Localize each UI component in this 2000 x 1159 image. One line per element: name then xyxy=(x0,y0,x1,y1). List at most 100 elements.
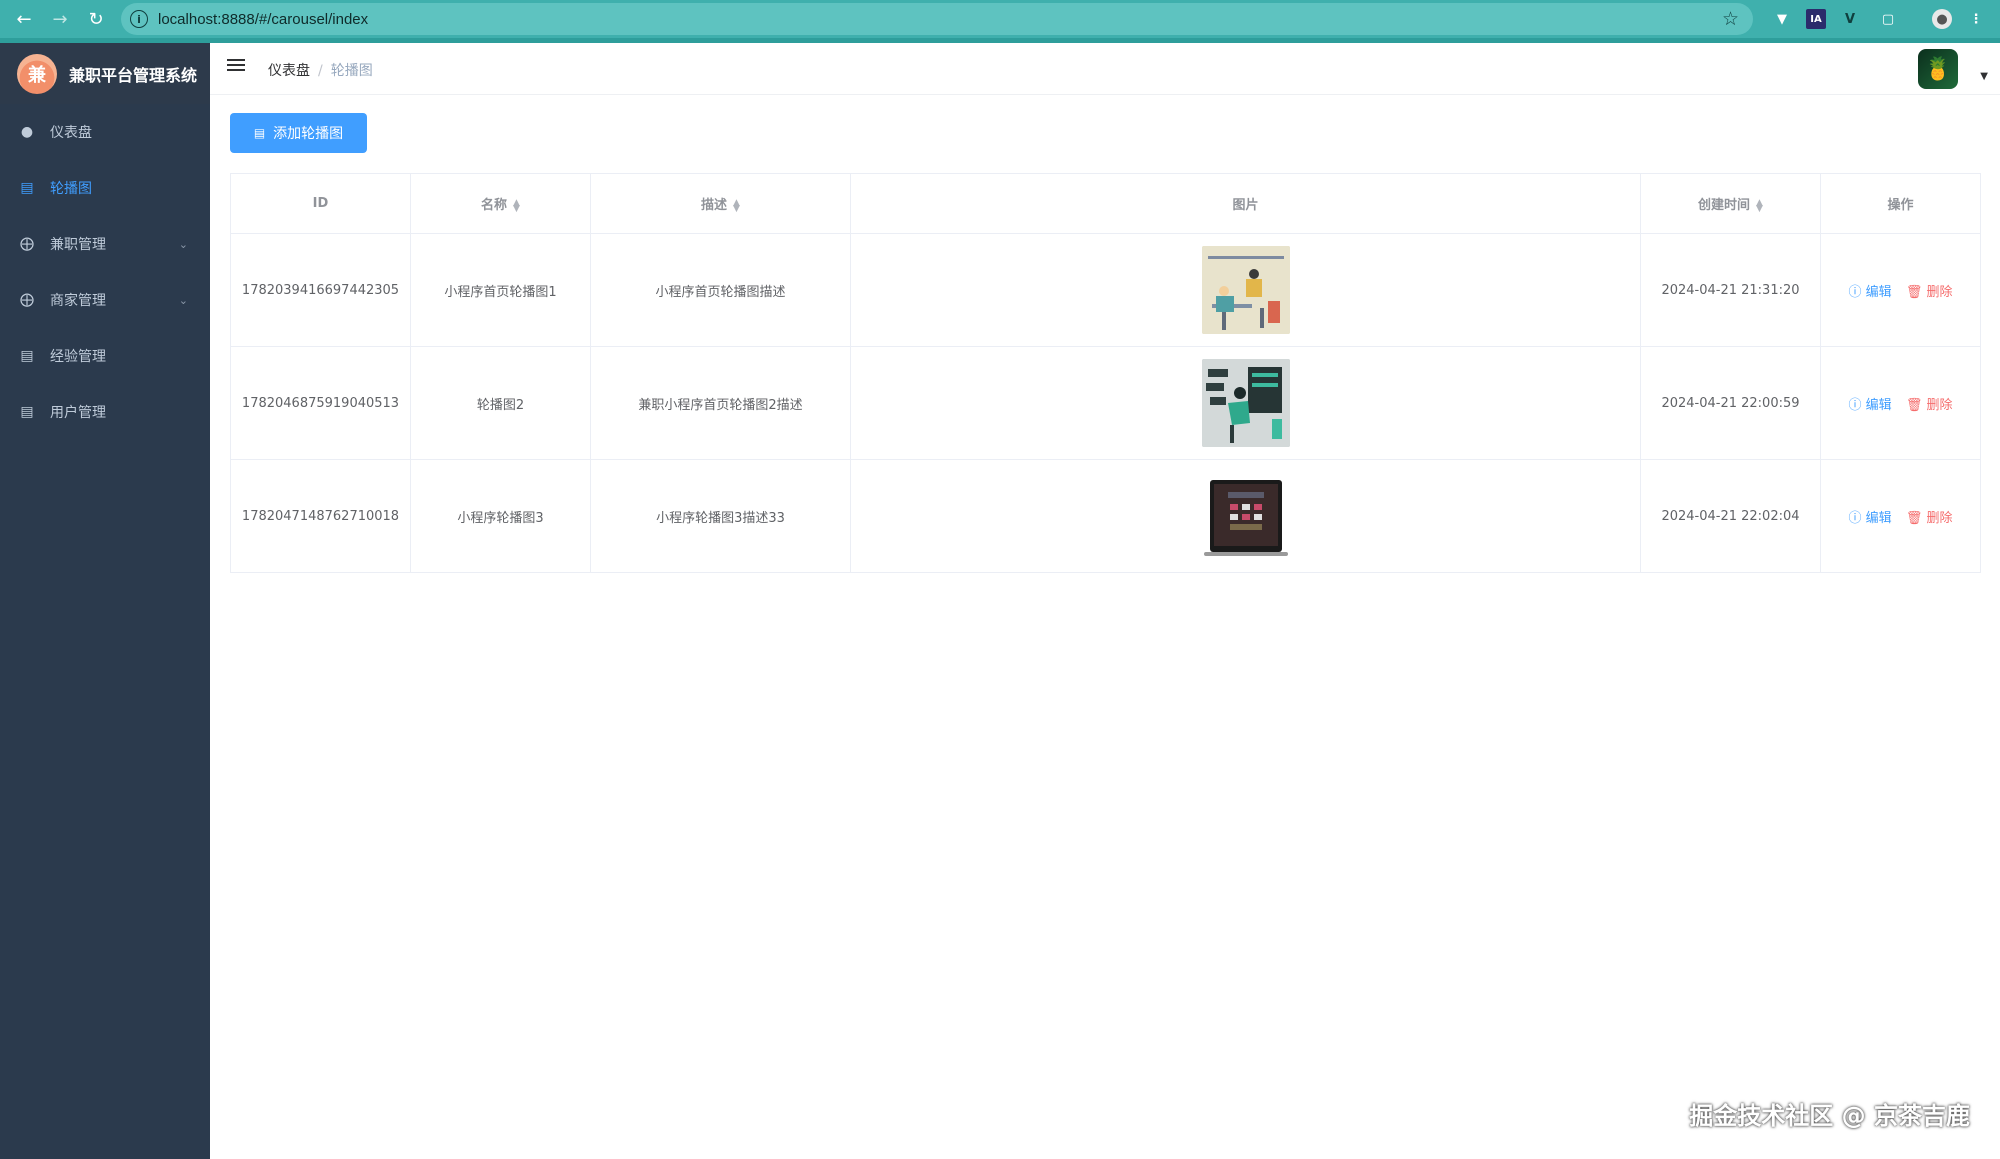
cell-desc: 小程序首页轮播图描述 xyxy=(590,233,851,347)
edit-label: 编辑 xyxy=(1865,284,1892,300)
sort-caret-icon[interactable]: ▲ ▼ xyxy=(1756,198,1763,213)
edit-button[interactable]: ⓘ 编辑 xyxy=(1849,511,1892,526)
column-header-image: 图片 xyxy=(850,173,1641,234)
cell-created: 2024-04-21 21:31:20 xyxy=(1640,233,1821,347)
user-avatar[interactable]: 🍍 xyxy=(1918,49,1958,89)
cell-image xyxy=(850,459,1641,573)
browser-toolbar: ← → ↻ i localhost:8888/#/carousel/index … xyxy=(0,0,2000,38)
trash-icon: 🗑 xyxy=(1905,510,1923,526)
edit-label: 编辑 xyxy=(1865,397,1892,413)
chevron-down-icon: ⌄ xyxy=(178,293,188,307)
edit-label: 编辑 xyxy=(1865,510,1892,526)
table-header-row: ID 名称 ▲ ▼ 描述 ▲ ▼ 图片 创建时间 ▲ ▼ 操作 xyxy=(230,173,1981,234)
v-extension-label: V xyxy=(1844,11,1856,27)
v-extension-icon[interactable]: V xyxy=(1840,9,1860,29)
sidebar-item-label: 用户管理 xyxy=(50,405,106,421)
cell-id: 1782047148762710018 xyxy=(230,459,411,573)
cell-actions: ⓘ 编辑 🗑 删除 xyxy=(1820,233,1981,347)
sidebar-item-label: 兼职管理 xyxy=(50,237,106,253)
sidebar-item-label: 轮播图 xyxy=(50,181,92,197)
sidebar-item-label: 仪表盘 xyxy=(50,125,92,141)
cell-name: 轮播图2 xyxy=(410,346,591,460)
logo-row[interactable]: 兼 兼职平台管理系统 xyxy=(0,43,210,104)
sidebar-item-experience[interactable]: ▤ 经验管理 xyxy=(0,328,210,384)
carousel-thumbnail[interactable] xyxy=(1201,472,1290,560)
cell-actions: ⓘ 编辑 🗑 删除 xyxy=(1820,459,1981,573)
column-header-label: ID xyxy=(312,196,329,211)
column-header-label: 操作 xyxy=(1887,198,1914,213)
carousel-thumbnail[interactable] xyxy=(1201,359,1290,447)
column-header-label: 创建时间 xyxy=(1698,198,1751,213)
watermark: 掘金技术社区 @ 京茶吉鹿 xyxy=(1689,1102,1970,1130)
cell-actions: ⓘ 编辑 🗑 删除 xyxy=(1820,346,1981,460)
circle-plus-icon: ⨁ xyxy=(20,292,34,308)
delete-button[interactable]: 🗑 删除 xyxy=(1906,398,1953,413)
column-header-id: ID xyxy=(230,173,411,234)
cell-name: 小程序首页轮播图1 xyxy=(410,233,591,347)
site-info-icon[interactable]: i xyxy=(130,10,148,28)
carousel-table: ID 名称 ▲ ▼ 描述 ▲ ▼ 图片 创建时间 ▲ ▼ 操作 17820394166974… xyxy=(230,173,1981,573)
reload-icon[interactable]: ↻ xyxy=(84,7,108,31)
back-arrow-icon[interactable]: ← xyxy=(12,7,36,31)
column-header-name[interactable]: 名称 ▲ ▼ xyxy=(410,173,591,234)
column-header-label: 名称 xyxy=(481,198,508,213)
column-header-desc[interactable]: 描述 ▲ ▼ xyxy=(590,173,851,234)
column-header-created[interactable]: 创建时间 ▲ ▼ xyxy=(1640,173,1821,234)
cell-id: 1782046875919040513 xyxy=(230,346,411,460)
ia-extension-icon[interactable]: IA xyxy=(1806,9,1826,29)
edit-button[interactable]: ⓘ 编辑 xyxy=(1849,398,1892,413)
info-icon: ⓘ xyxy=(1848,510,1862,526)
delete-label: 删除 xyxy=(1926,510,1953,526)
column-header-label: 描述 xyxy=(701,198,728,213)
document-icon: ▤ xyxy=(20,348,34,364)
address-bar[interactable]: i localhost:8888/#/carousel/index ☆ xyxy=(121,3,1753,35)
menu-toggle-icon[interactable] xyxy=(227,59,245,77)
circle-plus-icon: ⨁ xyxy=(20,236,34,252)
cell-desc: 兼职小程序首页轮播图2描述 xyxy=(590,346,851,460)
add-carousel-button[interactable]: ▤ 添加轮播图 xyxy=(230,113,367,153)
delete-button[interactable]: 🗑 删除 xyxy=(1906,285,1953,300)
sidebar-item-label: 商家管理 xyxy=(50,293,106,309)
ia-extension-label: IA xyxy=(1810,13,1822,25)
browser-menu-icon[interactable]: ⋮ xyxy=(1966,9,1986,29)
trash-icon: 🗑 xyxy=(1905,397,1923,413)
trash-icon: 🗑 xyxy=(1905,284,1923,300)
logo-icon: 兼 xyxy=(17,53,57,94)
sidebar-item-users[interactable]: ▤ 用户管理 xyxy=(0,384,210,440)
sidebar-item-parttime[interactable]: ⨁ 兼职管理 ⌄ xyxy=(0,216,210,272)
breadcrumb-dashboard[interactable]: 仪表盘 xyxy=(268,63,310,79)
edit-button[interactable]: ⓘ 编辑 xyxy=(1849,285,1892,300)
info-icon: ⓘ xyxy=(1848,284,1862,300)
profile-avatar-icon[interactable]: ● xyxy=(1932,9,1952,29)
sidebar-item-label: 经验管理 xyxy=(50,349,106,365)
bookmark-star-icon[interactable]: ☆ xyxy=(1722,9,1739,29)
document-add-icon: ▤ xyxy=(253,126,266,140)
sort-caret-icon[interactable]: ▲ ▼ xyxy=(733,198,740,213)
document-icon: ▤ xyxy=(20,404,34,420)
dashboard-icon: ● xyxy=(20,124,34,140)
document-icon: ▤ xyxy=(20,180,34,196)
sidebar-item-merchant[interactable]: ⨁ 商家管理 ⌄ xyxy=(0,272,210,328)
table-row: 1782047148762710018 小程序轮播图3 小程序轮播图3描述33 xyxy=(230,459,1981,573)
forward-arrow-icon[interactable]: → xyxy=(48,7,72,31)
info-icon: ⓘ xyxy=(1848,397,1862,413)
column-header-actions: 操作 xyxy=(1820,173,1981,234)
column-header-label: 图片 xyxy=(1232,198,1259,213)
vue-devtools-extension-icon[interactable]: ▼ xyxy=(1772,9,1792,29)
sidebar-item-carousel[interactable]: ▤ 轮播图 xyxy=(0,160,210,216)
cell-created: 2024-04-21 22:02:04 xyxy=(1640,459,1821,573)
extensions-puzzle-icon[interactable]: ▢ xyxy=(1878,9,1898,29)
sort-caret-icon[interactable]: ▲ ▼ xyxy=(513,198,520,213)
app-title: 兼职平台管理系统 xyxy=(69,65,198,85)
sidebar-item-dashboard[interactable]: ● 仪表盘 xyxy=(0,104,210,160)
delete-label: 删除 xyxy=(1926,397,1953,413)
url-text[interactable]: localhost:8888/#/carousel/index xyxy=(158,11,368,28)
delete-button[interactable]: 🗑 删除 xyxy=(1906,511,1953,526)
carousel-thumbnail[interactable] xyxy=(1201,246,1290,334)
cell-image xyxy=(850,346,1641,460)
breadcrumb: 仪表盘 / 轮播图 xyxy=(268,60,373,80)
sidebar: 兼 兼职平台管理系统 ● 仪表盘 ▤ 轮播图 ⨁ 兼职管理 ⌄ ⨁ 商家管理 ⌄… xyxy=(0,43,210,1159)
caret-down-icon[interactable]: ▼ xyxy=(1980,71,1988,82)
delete-label: 删除 xyxy=(1926,284,1953,300)
top-navbar: 仪表盘 / 轮播图 🍍 ▼ xyxy=(210,43,2000,95)
